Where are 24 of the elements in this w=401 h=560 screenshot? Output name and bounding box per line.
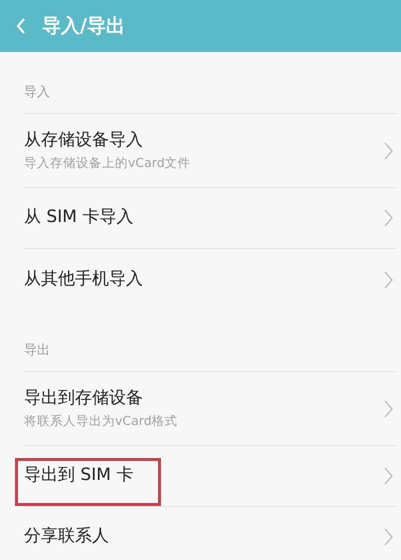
item-title: 从其他手机导入: [24, 268, 143, 291]
list-item[interactable]: 从其他手机导入: [24, 249, 397, 310]
chevron-icon: [384, 209, 393, 227]
chevron-icon: [384, 528, 393, 546]
item-title: 导出到 SIM 卡: [24, 464, 134, 488]
screen-title: 导入/导出: [42, 14, 125, 39]
item-title: 分享联系人: [24, 525, 109, 548]
list-item[interactable]: 导出到存储设备 将联系人导出为vCard格式: [24, 372, 397, 446]
item-title: 从存储设备导入: [24, 129, 144, 152]
item-title: 导出到存储设备: [24, 387, 144, 410]
item-subtitle: 将联系人导出为vCard格式: [24, 412, 178, 430]
chevron-icon: [384, 467, 393, 485]
chevron-icon: [384, 142, 393, 160]
section-header: 导出: [24, 343, 50, 358]
item-subtitle: 导入存储设备上的vCard文件: [24, 154, 191, 172]
section-header: 导入: [24, 85, 50, 100]
list-item[interactable]: 导出到 SIM 卡: [24, 446, 397, 507]
back-icon[interactable]: [16, 18, 26, 34]
list-item[interactable]: 从存储设备导入 导入存储设备上的vCard文件: [24, 114, 397, 188]
item-title: 从 SIM 卡导入: [24, 206, 134, 230]
list-item[interactable]: 从 SIM 卡导入: [24, 188, 397, 249]
chevron-icon: [384, 270, 393, 288]
list-item[interactable]: 分享联系人: [24, 507, 397, 560]
chevron-icon: [384, 400, 393, 418]
